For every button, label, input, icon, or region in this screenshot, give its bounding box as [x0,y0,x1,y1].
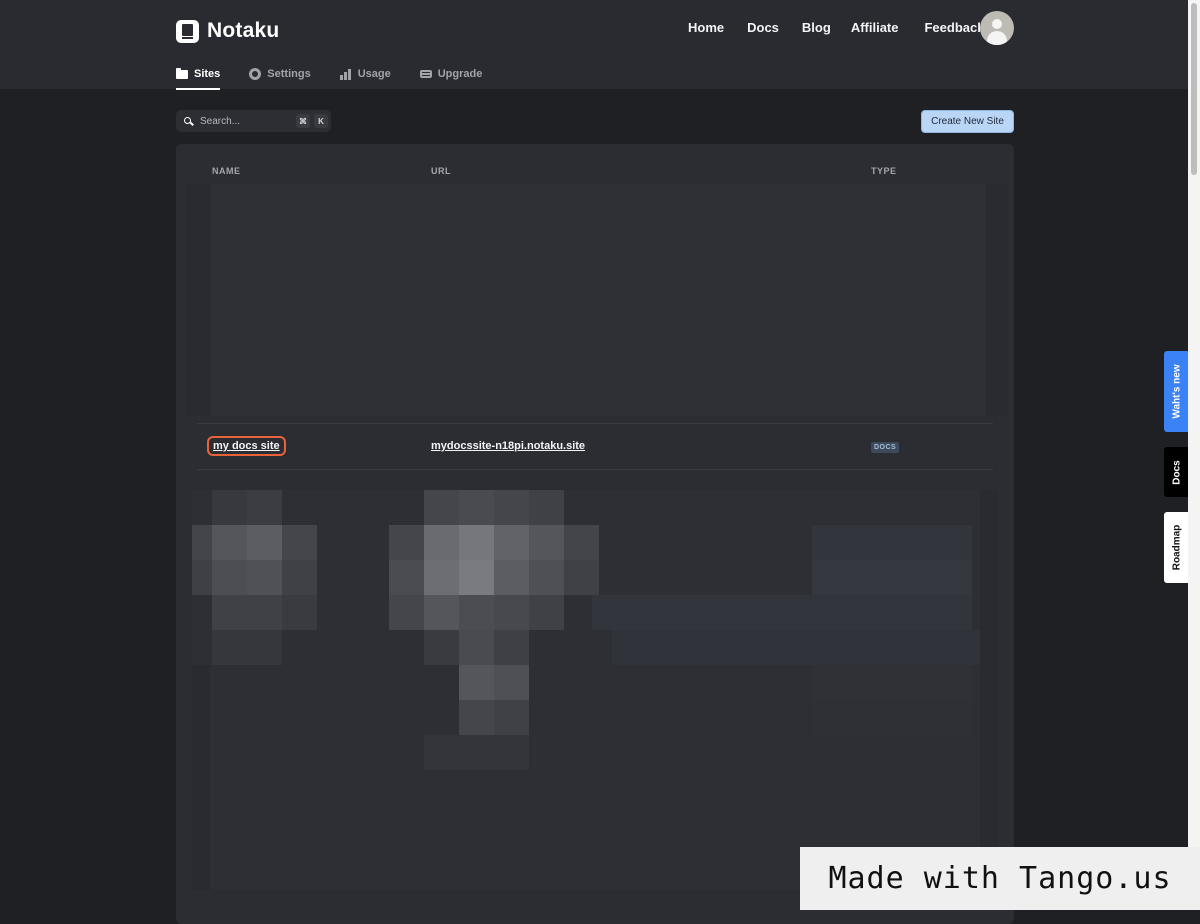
nav-blog[interactable]: Blog [802,20,831,35]
shortcut-key-cmd: ⌘ [296,114,310,128]
tango-watermark: Made with Tango.us [800,847,1200,910]
whats-new-label: Waht's new [1171,364,1183,419]
row-divider [197,469,993,470]
nav-feedback[interactable]: Feedback [924,20,984,35]
notaku-logo-icon [176,19,199,43]
redacted-area [186,184,1008,416]
bar-chart-icon [339,68,352,80]
type-badge: DOCS [871,442,900,453]
redacted-block [986,184,1008,416]
redacted-mosaic [192,490,998,890]
column-header-name: NAME [212,166,241,176]
sub-nav: Sites Settings Usage Upgrade [176,64,511,90]
tab-sites-label: Sites [194,68,221,80]
create-new-site-button[interactable]: Create New Site [921,110,1014,133]
user-avatar[interactable] [980,11,1014,45]
shortcut-key-k: K [314,114,328,128]
tab-upgrade[interactable]: Upgrade [419,64,483,84]
nav-docs[interactable]: Docs [747,20,779,35]
redacted-block [186,184,211,416]
site-name-link[interactable]: my docs site [207,436,286,456]
watermark-text: Made with Tango.us [828,861,1172,896]
tab-upgrade-label: Upgrade [437,68,483,80]
top-nav: Home Docs Blog Affiliate Feedback [688,20,984,35]
nav-affiliate[interactable]: Affiliate [851,20,899,35]
search-box[interactable]: ⌘ K [176,110,331,132]
tab-settings[interactable]: Settings [249,64,311,84]
scrollbar-thumb[interactable] [1191,3,1197,175]
sites-table: NAME URL TYPE my docs site mydocssite-n1… [176,144,1014,924]
roadmap-tab[interactable]: Roadmap [1164,512,1190,583]
folder-icon [176,67,188,79]
search-input[interactable] [198,114,292,128]
column-header-url: URL [431,166,451,176]
docs-tab[interactable]: Docs [1164,447,1190,497]
app-logo[interactable]: Notaku [176,19,279,43]
search-icon [184,116,193,126]
column-header-type: TYPE [871,166,897,176]
nav-home[interactable]: Home [688,20,724,35]
credit-card-icon [419,70,432,78]
tab-usage-label: Usage [357,68,391,80]
tab-sites[interactable]: Sites [176,64,221,90]
docs-tab-label: Docs [1171,459,1183,485]
tab-settings-label: Settings [267,68,311,80]
table-row[interactable]: my docs site mydocssite-n18pi.notaku.sit… [176,424,1014,470]
user-icon-body [987,31,1007,45]
site-url-link[interactable]: mydocssite-n18pi.notaku.site [431,440,585,452]
page-scrollbar[interactable] [1188,0,1200,910]
user-icon [992,19,1002,29]
roadmap-tab-label: Roadmap [1171,524,1183,571]
tab-usage[interactable]: Usage [339,64,391,84]
app-name: Notaku [207,19,280,42]
gear-icon [249,68,262,80]
top-bar: Notaku Home Docs Blog Affiliate Feedback… [0,0,1188,90]
whats-new-tab[interactable]: Waht's new [1164,351,1190,432]
